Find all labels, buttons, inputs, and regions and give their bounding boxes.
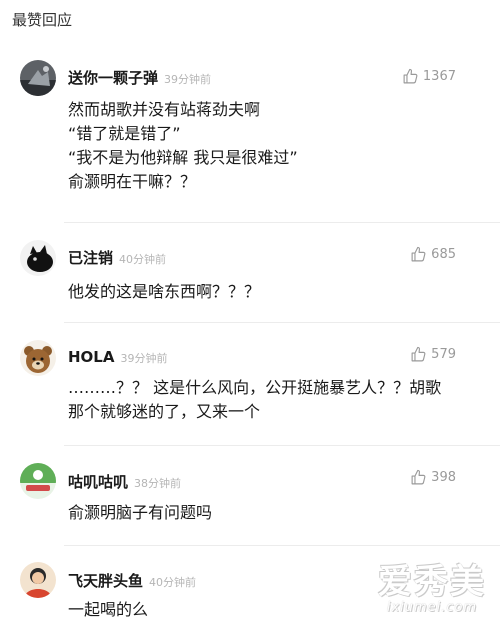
thumbs-up-icon [410,346,427,363]
like-count: 1367 [422,69,456,84]
like-count: 685 [431,247,456,262]
like-count: 579 [431,347,456,362]
avatar[interactable] [20,240,56,276]
username[interactable]: HOLA 39分钟前 [68,348,167,366]
avatar[interactable] [20,562,56,598]
like-button[interactable]: 398 [410,469,456,486]
comment-text: ………？？ 这是什么风向，公开挺施暴艺人？？胡歌 那个就够迷的了，又来一个 [68,378,442,421]
username[interactable]: 飞天胖头鱼 40分钟前 [68,570,196,591]
like-button[interactable]: 1367 [402,68,456,85]
timestamp: 40分钟前 [149,576,197,589]
timestamp: 39分钟前 [164,73,212,86]
like-button[interactable]: 579 [410,346,456,363]
username[interactable]: 已注销 40分钟前 [68,247,166,268]
comment-text: 然而胡歌并没有站蒋劲夫啊 “错了就是错了” “我不是为他辩解 我只是很难过” 俞… [68,100,298,191]
avatar[interactable] [20,60,56,96]
timestamp: 39分钟前 [120,352,168,365]
divider [64,545,500,546]
watermark: 爱秀美 ixiumei.com [378,564,486,615]
avatar[interactable] [20,340,56,376]
section-title: 最赞回应 [12,11,73,29]
timestamp: 40分钟前 [119,253,167,266]
thumbs-up-icon [410,246,427,263]
avatar[interactable] [20,463,56,499]
username[interactable]: 咕叽咕叽 38分钟前 [68,471,181,492]
comment-text: 他发的这是啥东西啊？？？ [68,282,261,301]
watermark-logo-text: 爱秀美 [378,562,486,602]
watermark-url: ixiumei.com [386,600,478,615]
divider [64,322,500,323]
thumbs-up-icon [402,68,419,85]
like-button[interactable]: 685 [410,246,456,263]
divider [64,445,500,446]
like-count: 398 [431,470,456,485]
timestamp: 38分钟前 [134,477,182,490]
divider [64,222,500,223]
comment-text: 俞灏明脑子有问题吗 [68,503,213,522]
thumbs-up-icon [410,469,427,486]
username[interactable]: 送你一颗子弹 39分钟前 [68,67,211,88]
